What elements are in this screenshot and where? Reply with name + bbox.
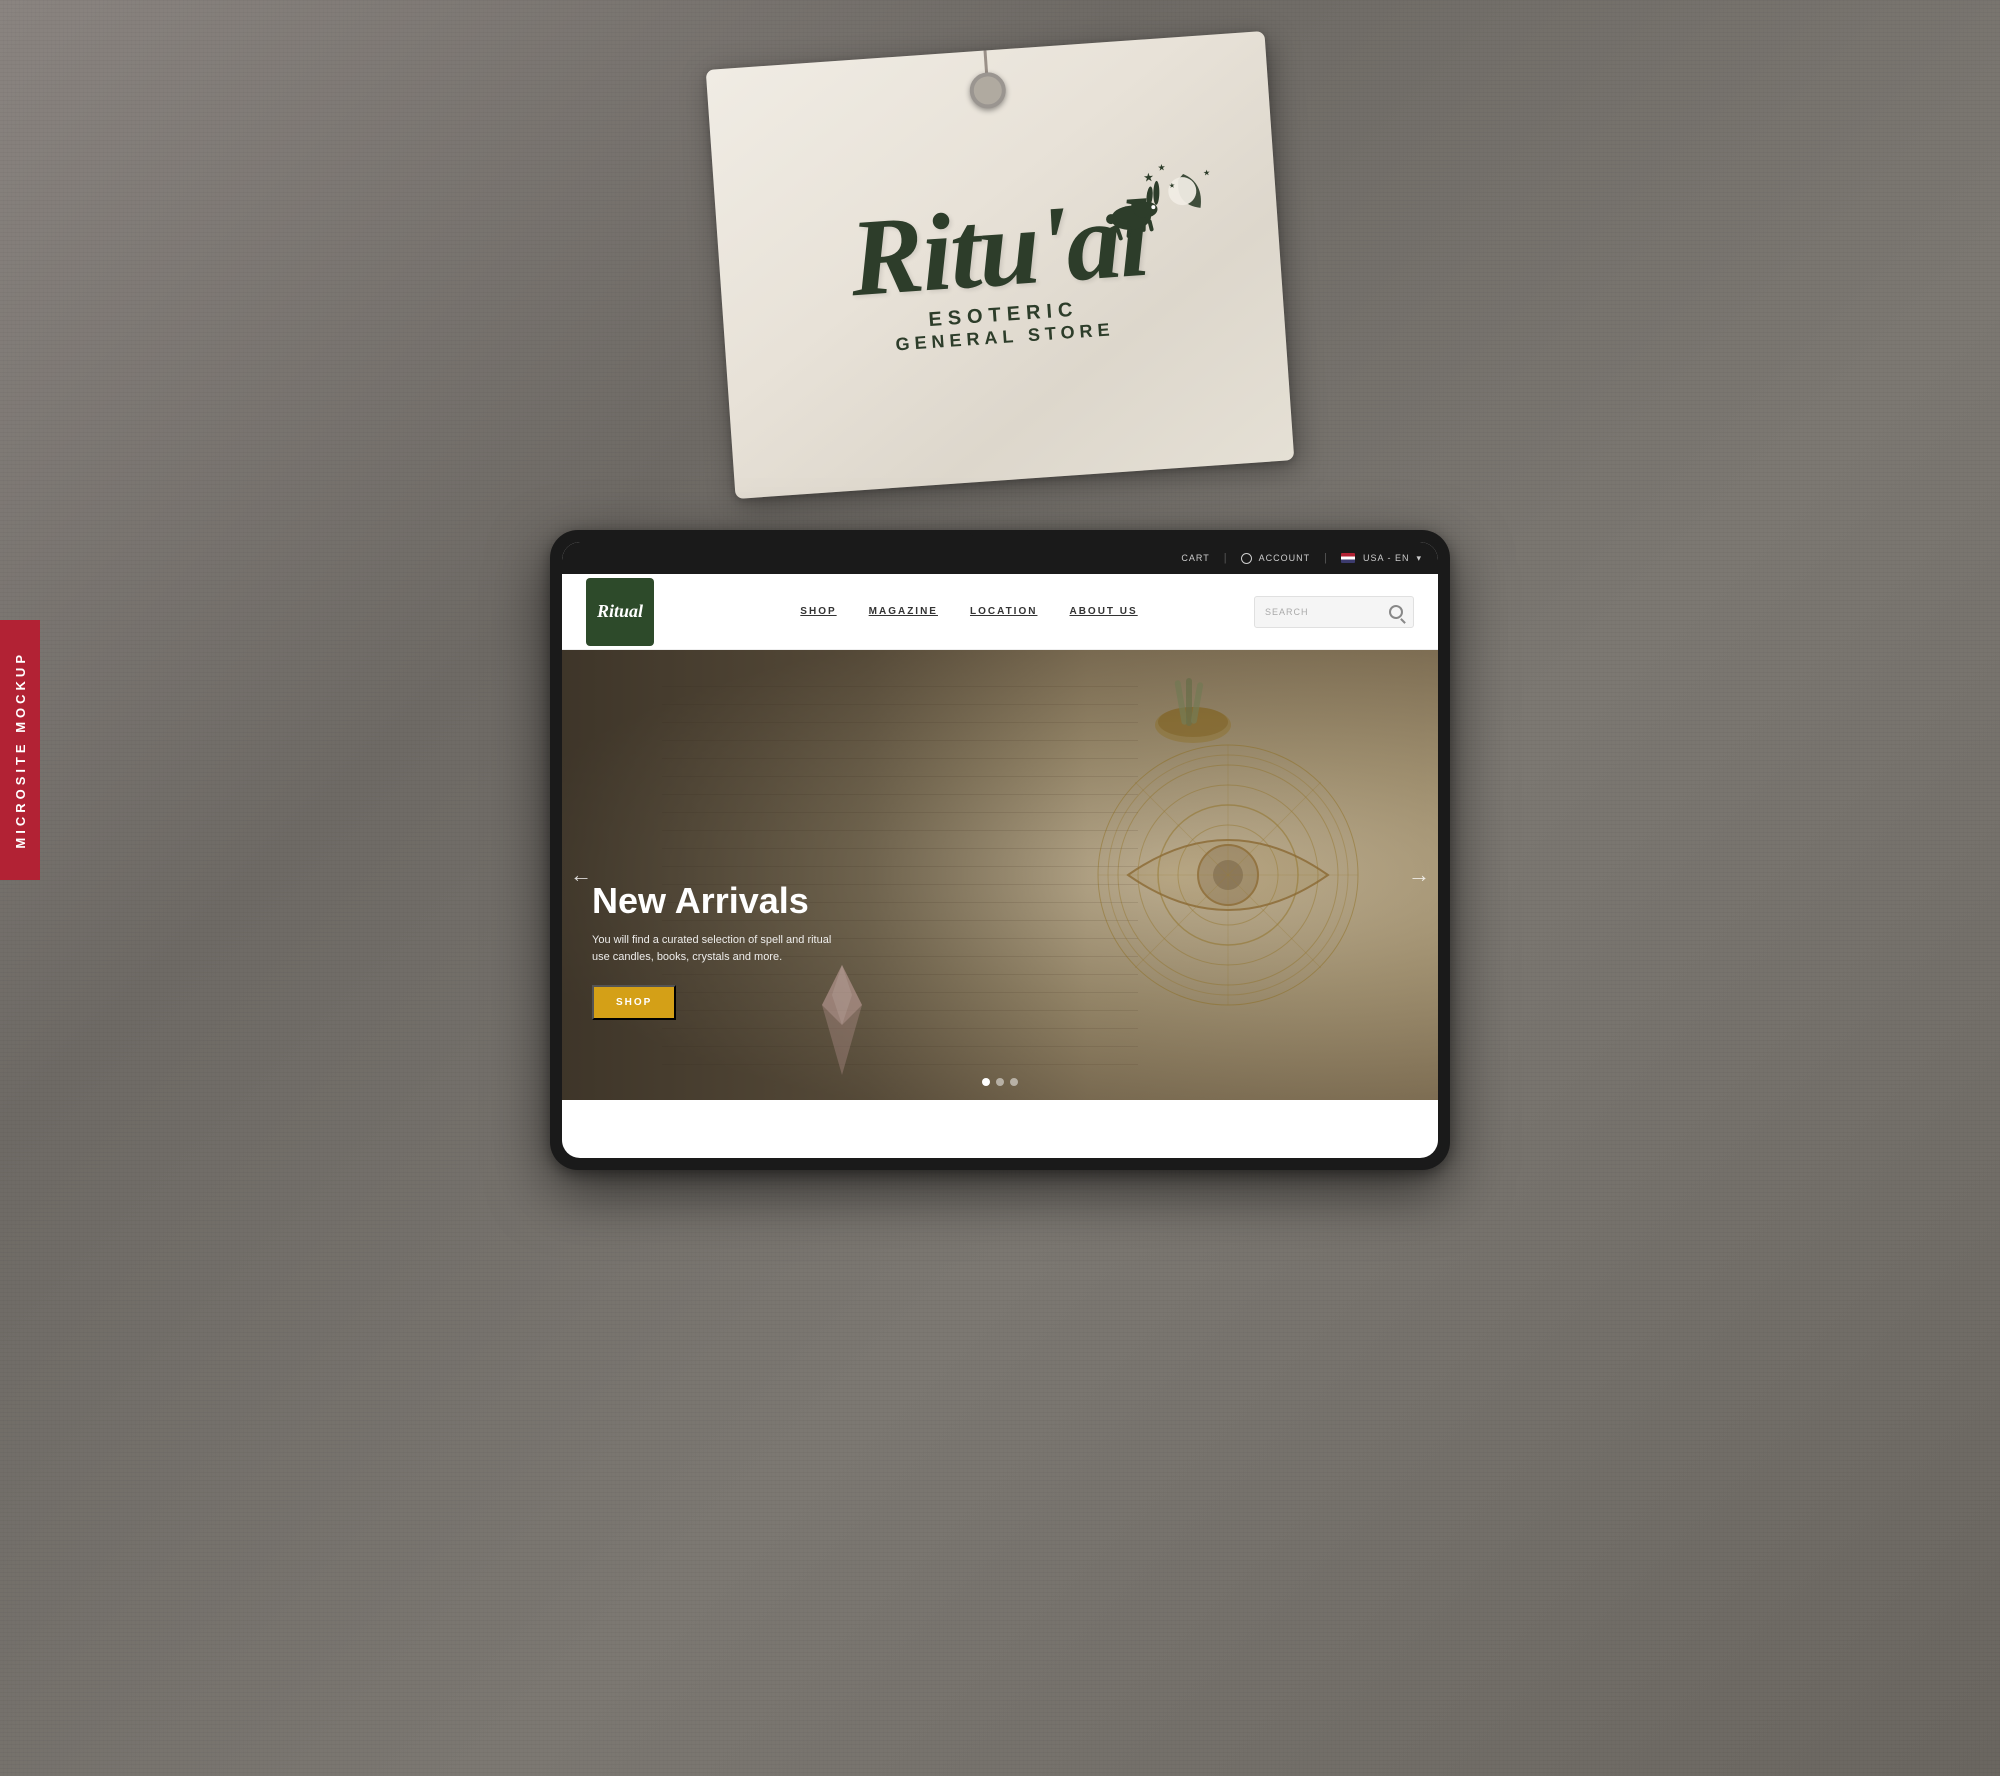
microsite-label-text: Microsite Mockup [13, 651, 28, 849]
cart-topbar-item[interactable]: Cart [1181, 553, 1209, 563]
topbar-divider-2: | [1324, 552, 1327, 564]
topbar-divider: | [1224, 552, 1227, 564]
tag-string [984, 50, 989, 85]
hero-mandala-icon [1078, 725, 1378, 1025]
site-navbar: Ritual Shop Magazine Location About Us S… [562, 574, 1438, 650]
site-logo-text: Ritual [597, 601, 643, 622]
tag-logo-area: Ritu'al ★ ★ ★ ★ [847, 192, 1154, 358]
hero-section: New Arrivals You will find a curated sel… [562, 650, 1438, 1100]
svg-text:★: ★ [1157, 162, 1166, 173]
hero-dot-2[interactable] [996, 1078, 1004, 1086]
hero-prev-arrow[interactable]: ← [570, 862, 592, 888]
account-icon [1241, 553, 1252, 564]
hero-bowl-decor [1148, 670, 1238, 755]
hero-description: You will find a curated selection of spe… [592, 932, 852, 967]
site-topbar: Cart | Account | USA - EN ▾ [562, 542, 1438, 574]
svg-text:★: ★ [1169, 182, 1176, 190]
hero-carousel-dots [982, 1078, 1018, 1086]
nav-link-magazine[interactable]: Magazine [869, 606, 938, 617]
microsite-label-bar: Microsite Mockup [0, 620, 40, 880]
account-topbar-item[interactable]: Account [1241, 553, 1311, 564]
locale-label: USA - EN [1363, 553, 1410, 563]
tablet-screen: Cart | Account | USA - EN ▾ Ritual Shop … [562, 542, 1438, 1158]
tag-decorative-icons: ★ ★ ★ ★ [1092, 157, 1229, 266]
hero-content: New Arrivals You will find a curated sel… [592, 880, 852, 1020]
hero-shop-button[interactable]: SHOP [592, 985, 676, 1020]
tablet-device: Cart | Account | USA - EN ▾ Ritual Shop … [550, 530, 1450, 1170]
svg-text:★: ★ [1143, 170, 1155, 185]
search-placeholder: Search [1265, 607, 1381, 617]
locale-dropdown-icon: ▾ [1416, 553, 1422, 564]
tag-card: Ritu'al ★ ★ ★ ★ [706, 31, 1295, 499]
hero-dot-1[interactable] [982, 1078, 990, 1086]
tablet-notch [970, 530, 1030, 536]
svg-text:★: ★ [1203, 168, 1211, 177]
account-label: Account [1259, 553, 1311, 563]
search-bar[interactable]: Search [1254, 596, 1414, 628]
site-logo[interactable]: Ritual [586, 578, 654, 646]
tag-mockup: Ritu'al ★ ★ ★ ★ [660, 20, 1340, 540]
locale-topbar-item[interactable]: USA - EN ▾ [1341, 553, 1422, 564]
flag-icon [1341, 553, 1355, 563]
nav-link-about-us[interactable]: About Us [1069, 606, 1137, 617]
hero-title: New Arrivals [592, 880, 852, 922]
search-icon [1389, 605, 1403, 619]
cart-label: Cart [1181, 553, 1209, 563]
hero-next-arrow[interactable]: → [1408, 862, 1430, 888]
site-nav: Shop Magazine Location About Us [684, 606, 1254, 617]
hero-dot-3[interactable] [1010, 1078, 1018, 1086]
nav-link-location[interactable]: Location [970, 606, 1037, 617]
nav-link-shop[interactable]: Shop [800, 606, 836, 617]
